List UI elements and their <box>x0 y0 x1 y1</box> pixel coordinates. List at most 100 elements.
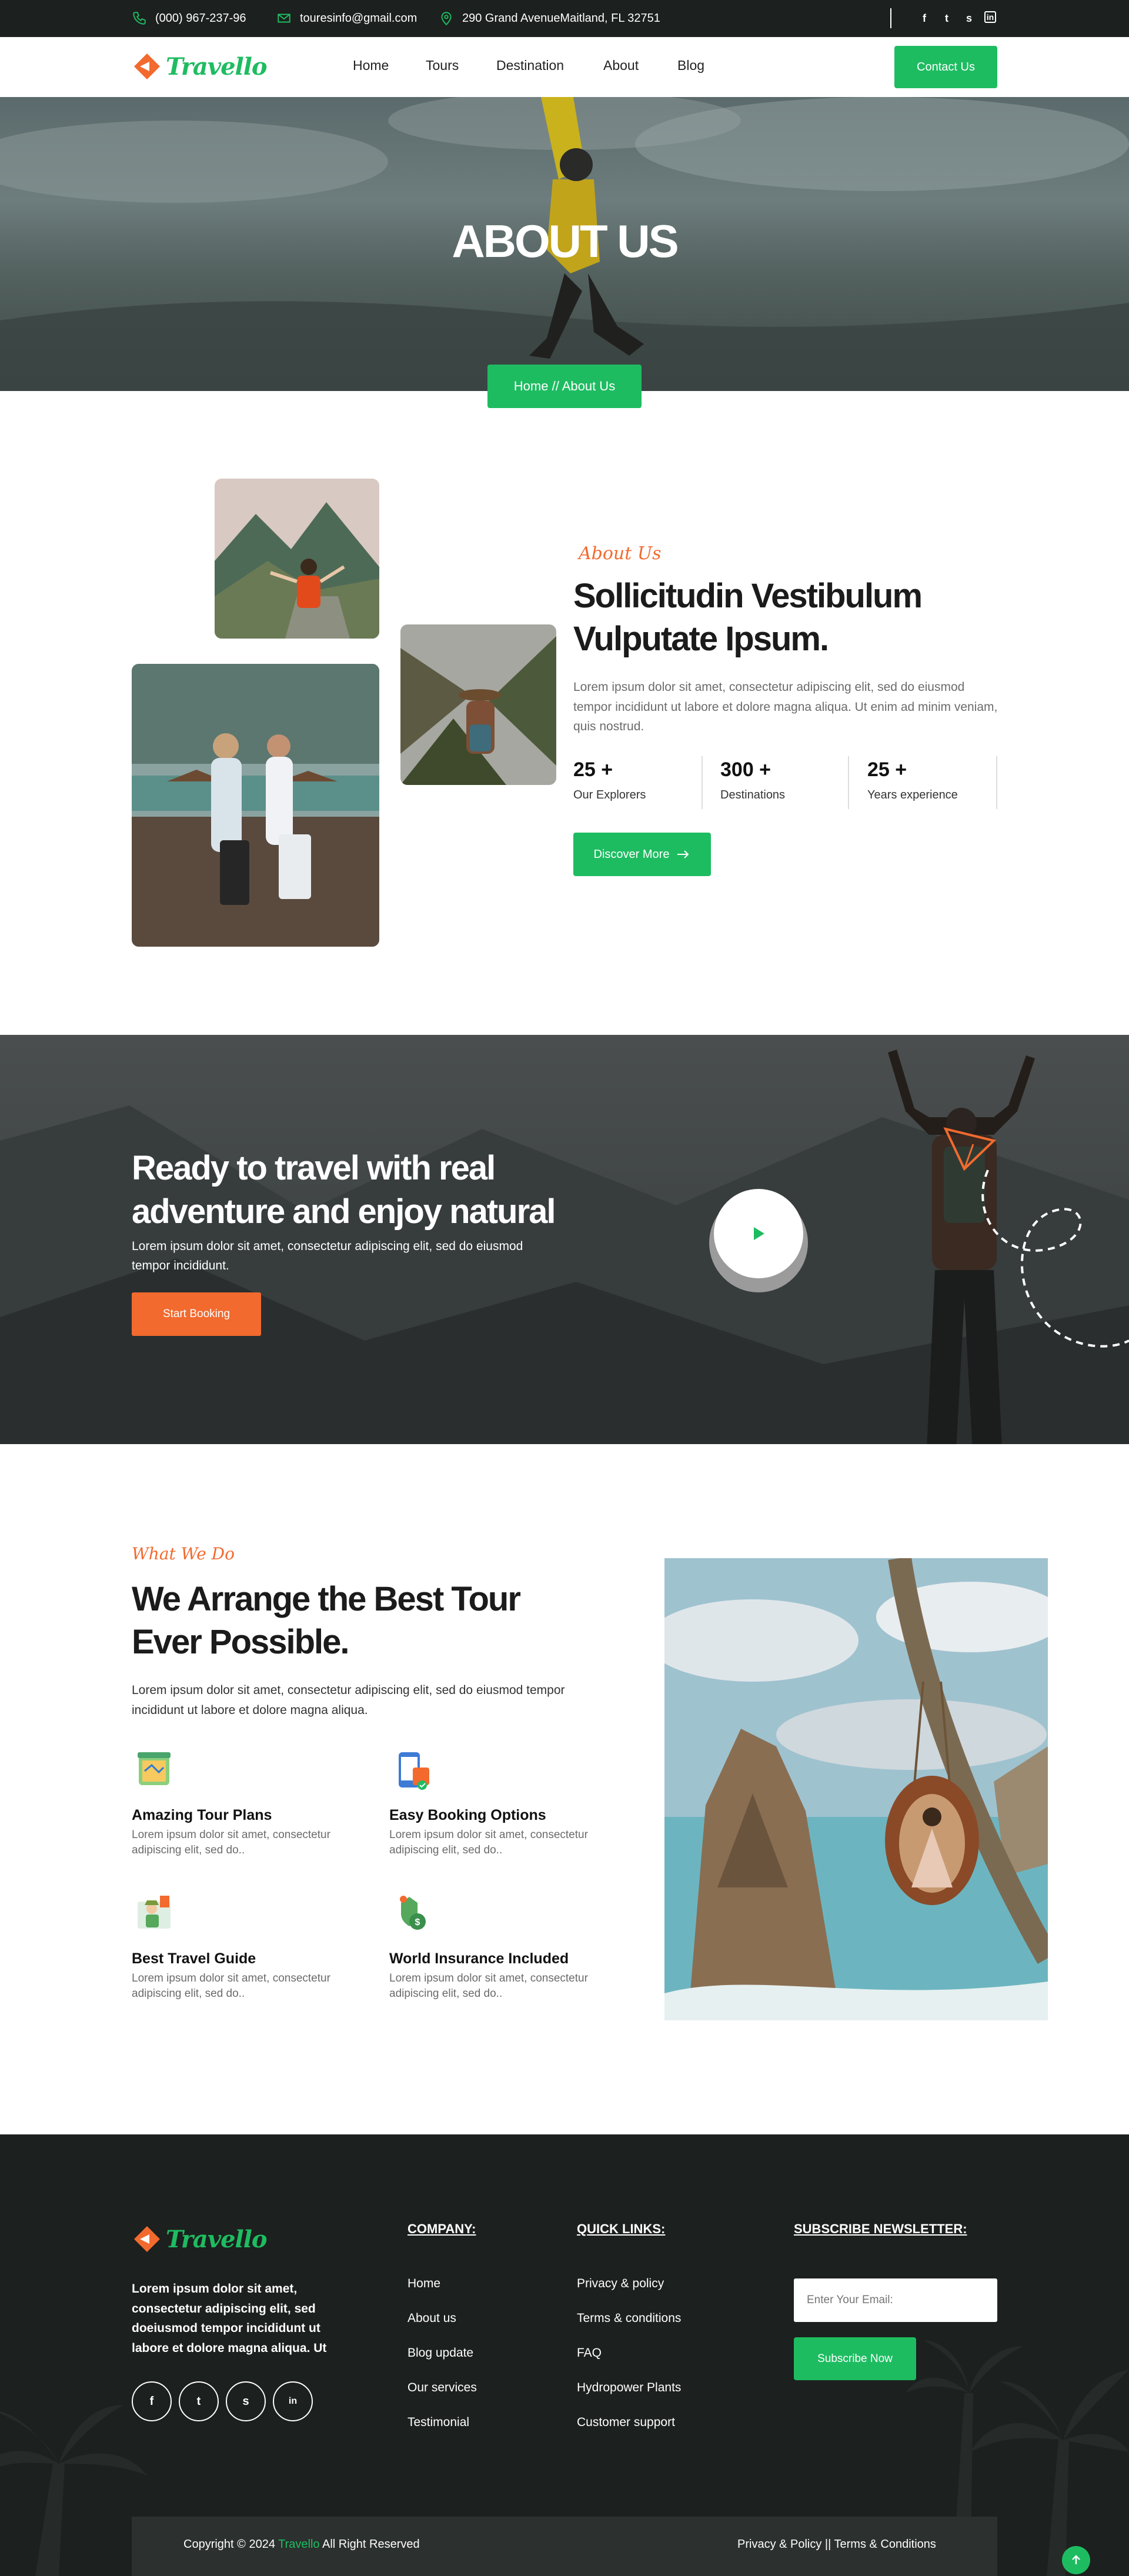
stat-destinations: 300 + Destinations <box>720 759 785 802</box>
footer-about-text: Lorem ipsum dolor sit amet, consectetur … <box>132 2282 327 2355</box>
footer-link-terms[interactable]: Terms & conditions <box>577 2311 681 2326</box>
feature-desc: Lorem ipsum dolor sit amet, consectetur … <box>132 1829 330 1856</box>
nav-link-blog[interactable]: Blog <box>677 58 704 73</box>
footer-link-blog[interactable]: Blog update <box>407 2346 473 2360</box>
travel-guide-icon <box>138 1896 171 1929</box>
play-icon <box>754 1227 764 1240</box>
feature-desc: Lorem ipsum dolor sit amet, consectetur … <box>389 1829 588 1856</box>
insurance-icon: $ <box>400 1896 426 1930</box>
about-photo-couple <box>132 664 379 947</box>
about-photo-mountain <box>215 479 379 639</box>
location-pin-icon <box>441 12 452 26</box>
nav-link-destination[interactable]: Destination <box>496 58 564 73</box>
about-text: Lorem ipsum dolor sit amet, consectetur … <box>573 680 998 734</box>
phone-number: (000) 967-237-96 <box>155 11 246 25</box>
feature-title: Easy Booking Options <box>389 1807 546 1823</box>
band-text: Lorem ipsum dolor sit amet, consectetur … <box>132 1239 523 1272</box>
stat-label: Destinations <box>720 788 786 801</box>
play-video-button[interactable] <box>714 1189 803 1278</box>
footer-link-faq[interactable]: FAQ <box>577 2346 602 2360</box>
divider <box>890 8 891 28</box>
about-eyebrow: About Us <box>579 543 662 564</box>
email-contact[interactable]: touresinfo@gmail.com <box>276 11 417 26</box>
footer-link-home[interactable]: Home <box>407 2277 440 2291</box>
svg-text:$: $ <box>415 1917 420 1927</box>
skype-icon[interactable]: s <box>962 11 976 25</box>
contact-us-button[interactable]: Contact Us <box>894 46 997 88</box>
stat-divider <box>848 756 849 809</box>
brand-mark-icon <box>134 2226 160 2252</box>
main-nav: Travello Home Tours Destination About Bl… <box>0 37 1129 97</box>
facebook-icon[interactable]: f <box>132 2381 172 2421</box>
services-photo-swing <box>664 1558 1048 2020</box>
mail-icon <box>278 14 290 23</box>
twitter-icon[interactable]: t <box>940 11 954 25</box>
about-stats: 25 + Our Explorers 300 + Destinations 25… <box>573 756 997 810</box>
back-to-top-button[interactable] <box>1062 2546 1090 2574</box>
linkedin-icon[interactable]: in <box>984 11 996 23</box>
about-title: Sollicitudin Vestibulum Vulputate Ipsum. <box>573 577 923 658</box>
copyright-suffix: All Right Reserved <box>319 2538 420 2551</box>
footer-link-hydropower[interactable]: Hydropower Plants <box>577 2381 681 2395</box>
start-booking-button[interactable]: Start Booking <box>132 1292 261 1336</box>
feature-desc: Lorem ipsum dolor sit amet, consectetur … <box>132 1972 330 2000</box>
footer-link-support[interactable]: Customer support <box>577 2415 675 2430</box>
feature-booking-options: Easy Booking Options Lorem ipsum dolor s… <box>389 1748 613 1857</box>
newsletter-heading: SUBSCRIBE NEWSLETTER: <box>794 2221 967 2236</box>
stat-value: 25 + <box>573 759 613 781</box>
feature-desc: Lorem ipsum dolor sit amet, consectetur … <box>389 1972 588 2000</box>
discover-more-label: Discover More <box>593 847 670 861</box>
subscribe-button[interactable]: Subscribe Now <box>794 2337 916 2380</box>
stat-value: 300 + <box>720 759 771 781</box>
brand-name: Travello <box>166 52 268 81</box>
services-text: Lorem ipsum dolor sit amet, consectetur … <box>132 1683 565 1717</box>
booking-app-icon <box>399 1752 429 1790</box>
footer-link-about[interactable]: About us <box>407 2311 456 2326</box>
stat-label: Our Explorers <box>573 788 646 801</box>
feature-title: Amazing Tour Plans <box>132 1807 272 1823</box>
breadcrumb[interactable]: Home // About Us <box>487 365 642 408</box>
footer-brand-logo[interactable]: Travello <box>132 2224 268 2254</box>
site-footer: Travello Lorem ipsum dolor sit amet, con… <box>0 2134 1129 2576</box>
footer-link-privacy[interactable]: Privacy & policy <box>577 2277 664 2291</box>
about-photo-valley <box>400 624 556 785</box>
tour-plan-icon <box>138 1752 171 1785</box>
arrow-up-icon <box>1072 2555 1080 2564</box>
linkedin-icon[interactable]: in <box>273 2381 313 2421</box>
address-text: 290 Grand AvenueMaitland, FL 32751 <box>462 11 660 25</box>
feature-tour-plans: Amazing Tour Plans Lorem ipsum dolor sit… <box>132 1748 332 1857</box>
feature-title: Best Travel Guide <box>132 1950 256 1967</box>
services-title: We Arrange the Best Tour Ever Possible. <box>132 1580 521 1661</box>
nav-link-home[interactable]: Home <box>353 58 389 73</box>
copyright-brand[interactable]: Travello <box>278 2538 319 2551</box>
brand-mark-icon <box>134 54 160 79</box>
topbar-social: f t s in <box>917 11 996 25</box>
legal-links[interactable]: Privacy & Policy || Terms & Conditions <box>737 2538 936 2551</box>
skype-icon[interactable]: s <box>226 2381 266 2421</box>
stat-value: 25 + <box>867 759 907 781</box>
page-title: ABOUT US <box>452 215 679 267</box>
page-hero: ABOUT US <box>0 97 1129 391</box>
phone-contact[interactable]: (000) 967-237-96 <box>132 11 246 26</box>
facebook-icon[interactable]: f <box>917 11 931 25</box>
phone-icon <box>133 12 146 25</box>
nav-link-tours[interactable]: Tours <box>426 58 459 73</box>
nav-link-about[interactable]: About <box>603 58 639 73</box>
brand-logo[interactable]: Travello <box>132 51 268 82</box>
newsletter-email-input[interactable] <box>794 2278 997 2322</box>
stat-divider <box>996 756 997 809</box>
feature-travel-guide: Best Travel Guide Lorem ipsum dolor sit … <box>132 1891 355 2001</box>
discover-more-button[interactable]: Discover More <box>573 833 711 876</box>
address-contact: 290 Grand AvenueMaitland, FL 32751 <box>439 11 660 26</box>
footer-link-testimonial[interactable]: Testimonial <box>407 2415 469 2430</box>
stat-experience: 25 + Years experience <box>867 759 958 802</box>
footer-brand-name: Travello <box>166 2225 268 2253</box>
stat-explorers: 25 + Our Explorers <box>573 759 646 802</box>
footer-link-services[interactable]: Our services <box>407 2381 477 2395</box>
quick-links-heading: QUICK LINKS: <box>577 2221 666 2236</box>
feature-title: World Insurance Included <box>389 1950 569 1967</box>
stat-label: Years experience <box>867 788 958 801</box>
twitter-icon[interactable]: t <box>179 2381 219 2421</box>
arrow-right-icon <box>677 850 689 858</box>
services-eyebrow: What We Do <box>132 1544 235 1563</box>
